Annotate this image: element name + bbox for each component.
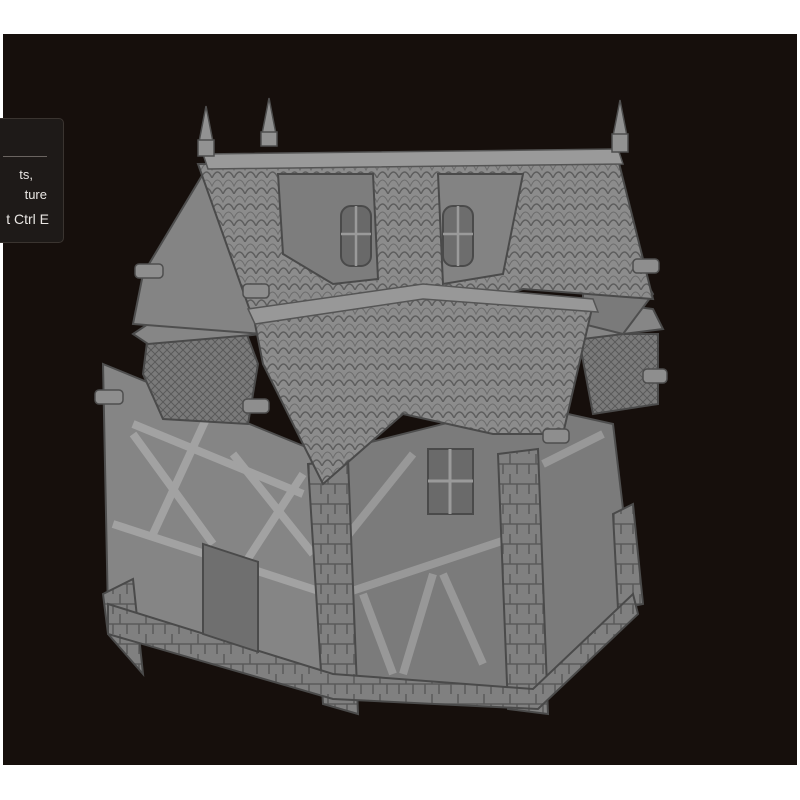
tooltip-shortcut: t Ctrl E xyxy=(6,211,49,227)
tooltip-divider xyxy=(3,156,47,157)
tooltip-text-line2: ture xyxy=(24,187,47,202)
shortcut-tooltip: ts, ture t Ctrl E xyxy=(0,118,64,243)
tooltip-text-line1: ts, xyxy=(19,167,33,182)
roof-spires xyxy=(197,97,629,157)
3d-viewport[interactable] xyxy=(3,34,797,765)
right-corner-pillar xyxy=(611,502,645,611)
front-window xyxy=(427,448,474,515)
left-door xyxy=(202,542,259,654)
house-model[interactable] xyxy=(3,34,797,765)
